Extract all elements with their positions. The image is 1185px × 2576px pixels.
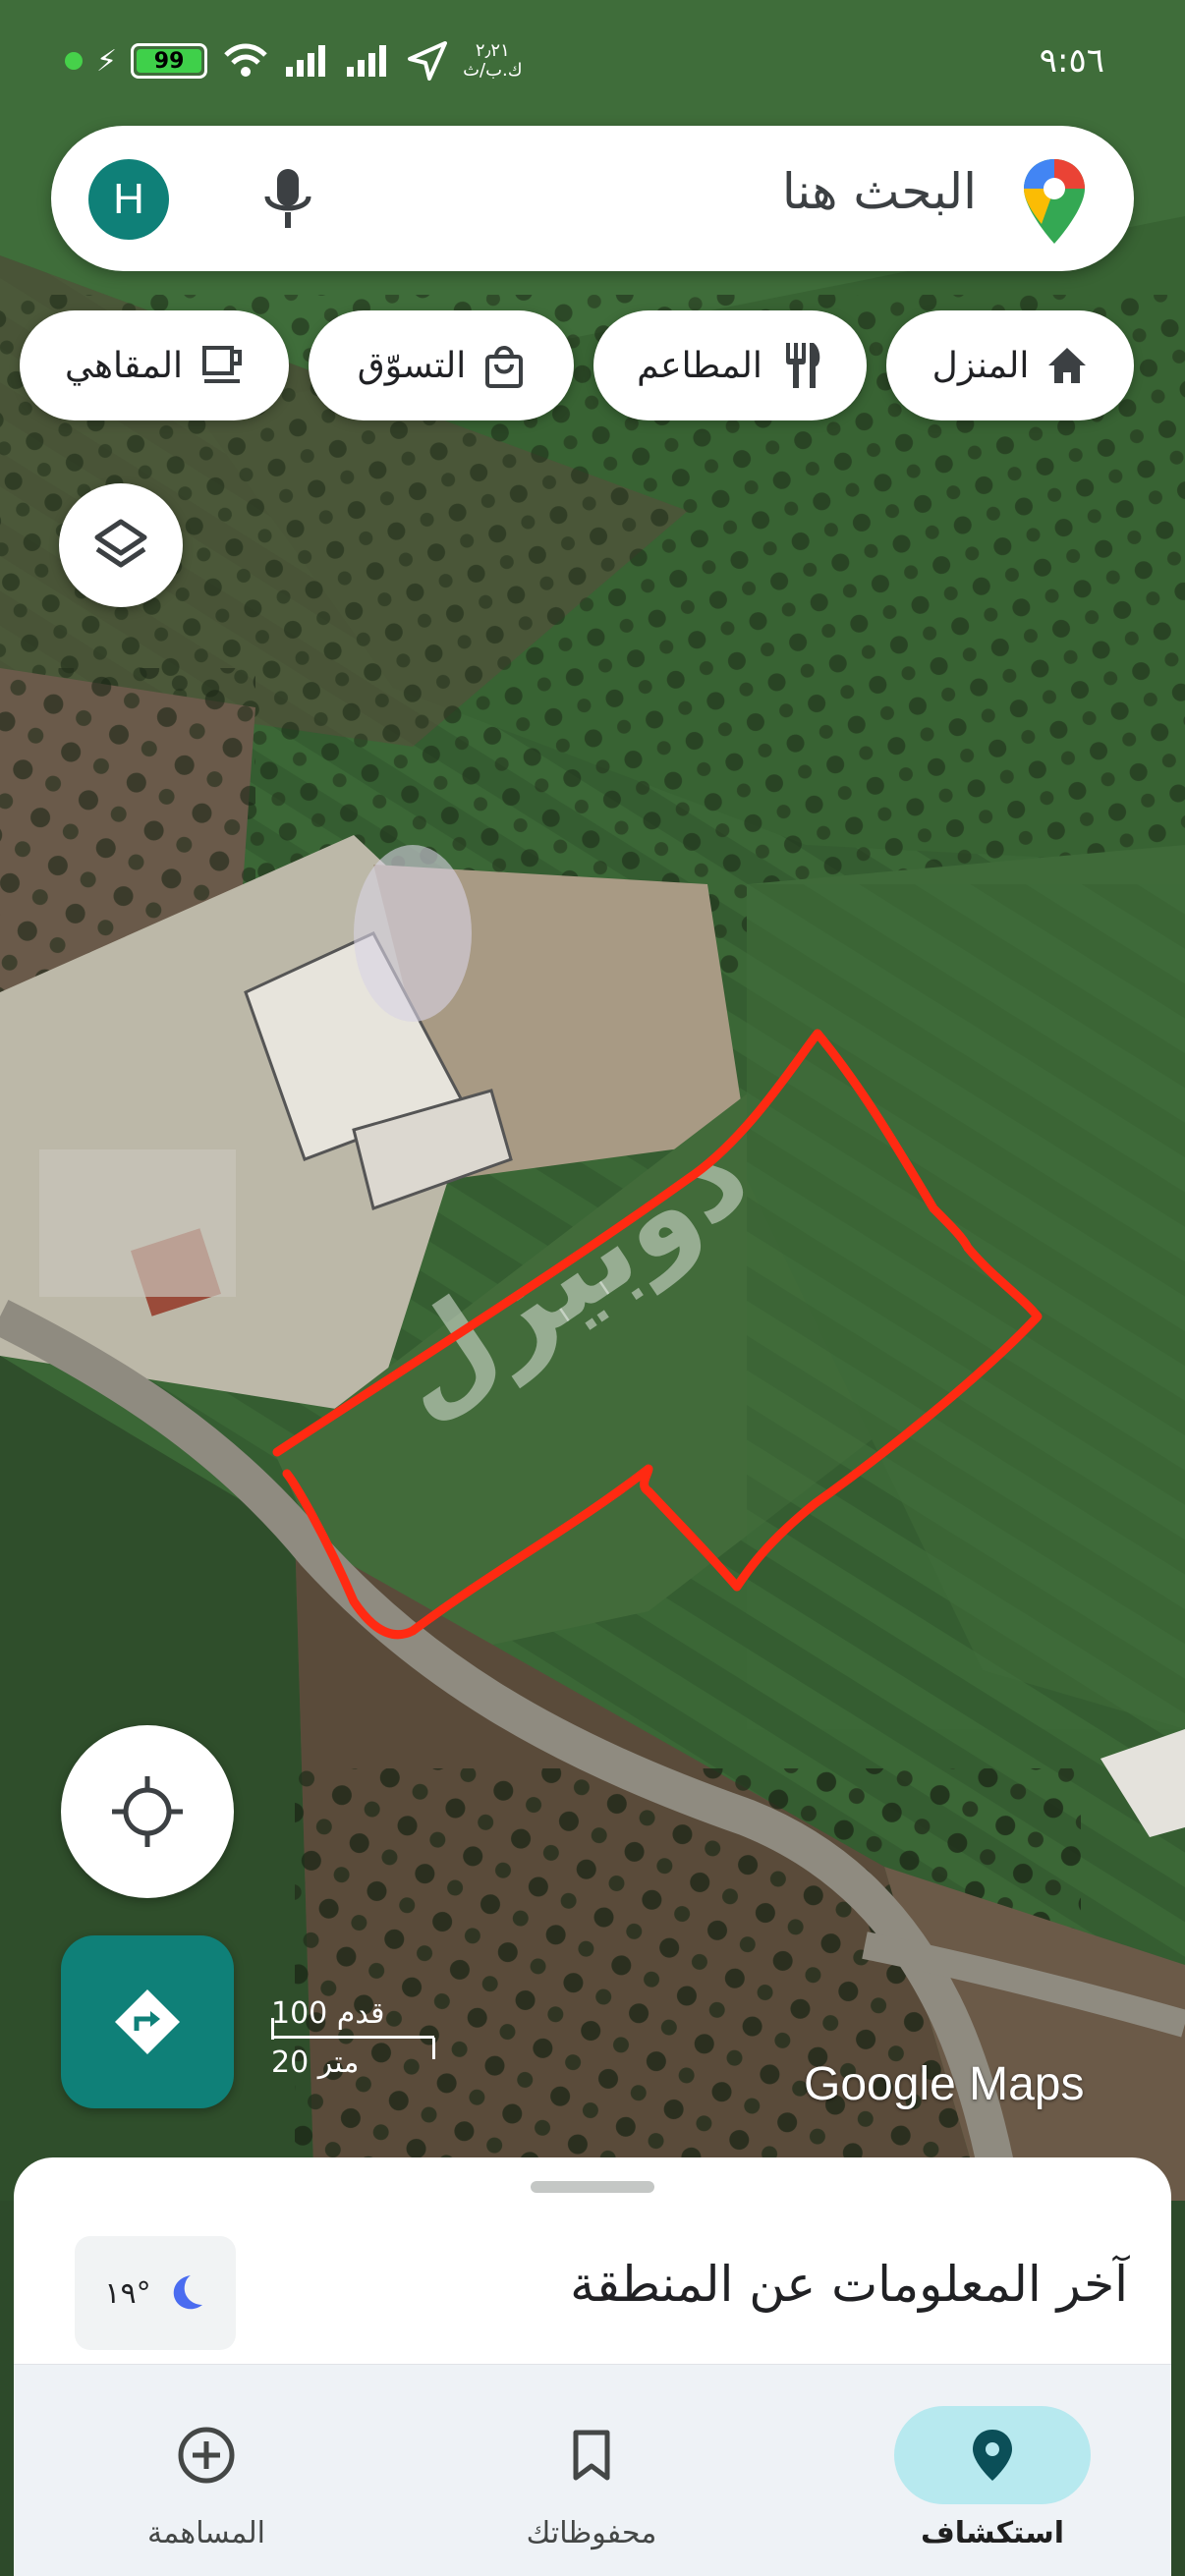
my-location-button[interactable]	[61, 1725, 234, 1898]
chip-restaurants-label: المطاعم	[637, 345, 762, 386]
bookmark-icon	[573, 2430, 610, 2481]
directions-button[interactable]	[61, 1935, 234, 2108]
nav-explore-indicator	[894, 2406, 1091, 2504]
nav-saved-indicator	[493, 2406, 690, 2504]
wifi-icon	[224, 43, 267, 77]
battery-level: 99	[153, 48, 185, 74]
layers-button[interactable]	[59, 483, 183, 607]
chip-restaurants[interactable]: المطاعم	[593, 310, 867, 420]
nav-saved[interactable]: محفوظاتك	[444, 2365, 739, 2576]
bottom-navigation: استكشاف محفوظاتك المساهمة	[14, 2364, 1171, 2576]
home-icon	[1048, 348, 1087, 383]
shopping-bag-icon	[485, 346, 524, 388]
nav-contribute[interactable]: المساهمة	[59, 2365, 354, 2576]
chip-shopping[interactable]: التسوّق	[309, 310, 574, 420]
signal-icon-2	[347, 45, 387, 77]
add-circle-icon	[178, 2427, 235, 2484]
status-time: ٩:٥٦	[1039, 41, 1104, 81]
status-icons: ⚡ 99 ٢٫٢١ ك.ب/ث	[65, 39, 523, 83]
directions-icon	[115, 1989, 180, 2054]
signal-icon-1	[286, 45, 326, 77]
network-speed: ٢٫٢١ ك.ب/ث	[463, 41, 523, 81]
speed-unit: ك.ب/ث	[463, 60, 523, 81]
sheet-title: آخر المعلومات عن المنطقة	[570, 2256, 1128, 2313]
nav-explore-label: استكشاف	[920, 2516, 1065, 2550]
nav-saved-label: محفوظاتك	[526, 2516, 657, 2550]
camera-indicator-dot	[65, 52, 83, 70]
layers-icon	[94, 519, 147, 568]
scale-feet: 100 قدم	[271, 1995, 385, 2031]
chip-home-label: المنزل	[931, 345, 1030, 386]
scale-bar	[271, 2036, 434, 2039]
account-avatar[interactable]: H	[88, 159, 169, 240]
charging-icon: ⚡	[96, 43, 118, 79]
chip-cafes-label: المقاهي	[65, 345, 183, 386]
drag-handle[interactable]	[531, 2181, 654, 2193]
google-maps-attribution: Google Maps	[804, 2058, 1085, 2110]
chip-shopping-label: التسوّق	[357, 345, 467, 386]
coffee-icon	[201, 346, 242, 383]
scale-meters: 20 متر	[271, 2044, 360, 2080]
crosshair-icon	[112, 1776, 183, 1847]
search-input[interactable]: البحث هنا	[782, 163, 977, 220]
map-scale: 100 قدم 20 متر	[271, 1988, 435, 2087]
nav-explore[interactable]: استكشاف	[845, 2365, 1140, 2576]
weather-chip[interactable]: ١٩°	[75, 2236, 236, 2350]
restaurant-icon	[785, 343, 820, 388]
location-pin-icon	[973, 2430, 1012, 2481]
google-maps-logo-icon	[1024, 159, 1085, 244]
location-arrow-icon	[408, 41, 448, 81]
nav-contribute-indicator	[108, 2406, 305, 2504]
chip-home[interactable]: المنزل	[886, 310, 1134, 420]
speed-value: ٢٫٢١	[475, 40, 510, 61]
chip-cafes[interactable]: المقاهي	[20, 310, 289, 420]
nav-contribute-label: المساهمة	[147, 2516, 265, 2550]
battery-icon: 99	[131, 43, 208, 79]
search-bar[interactable]: H البحث هنا	[51, 126, 1134, 271]
status-bar: ⚡ 99 ٢٫٢١ ك.ب/ث ٩:٥٦	[0, 0, 1185, 118]
mic-icon[interactable]	[255, 165, 320, 234]
moon-icon	[173, 2275, 202, 2310]
bottom-sheet[interactable]: ١٩° آخر المعلومات عن المنطقة استكشاف محف…	[14, 2157, 1171, 2576]
weather-temp: ١٩°	[104, 2275, 151, 2311]
